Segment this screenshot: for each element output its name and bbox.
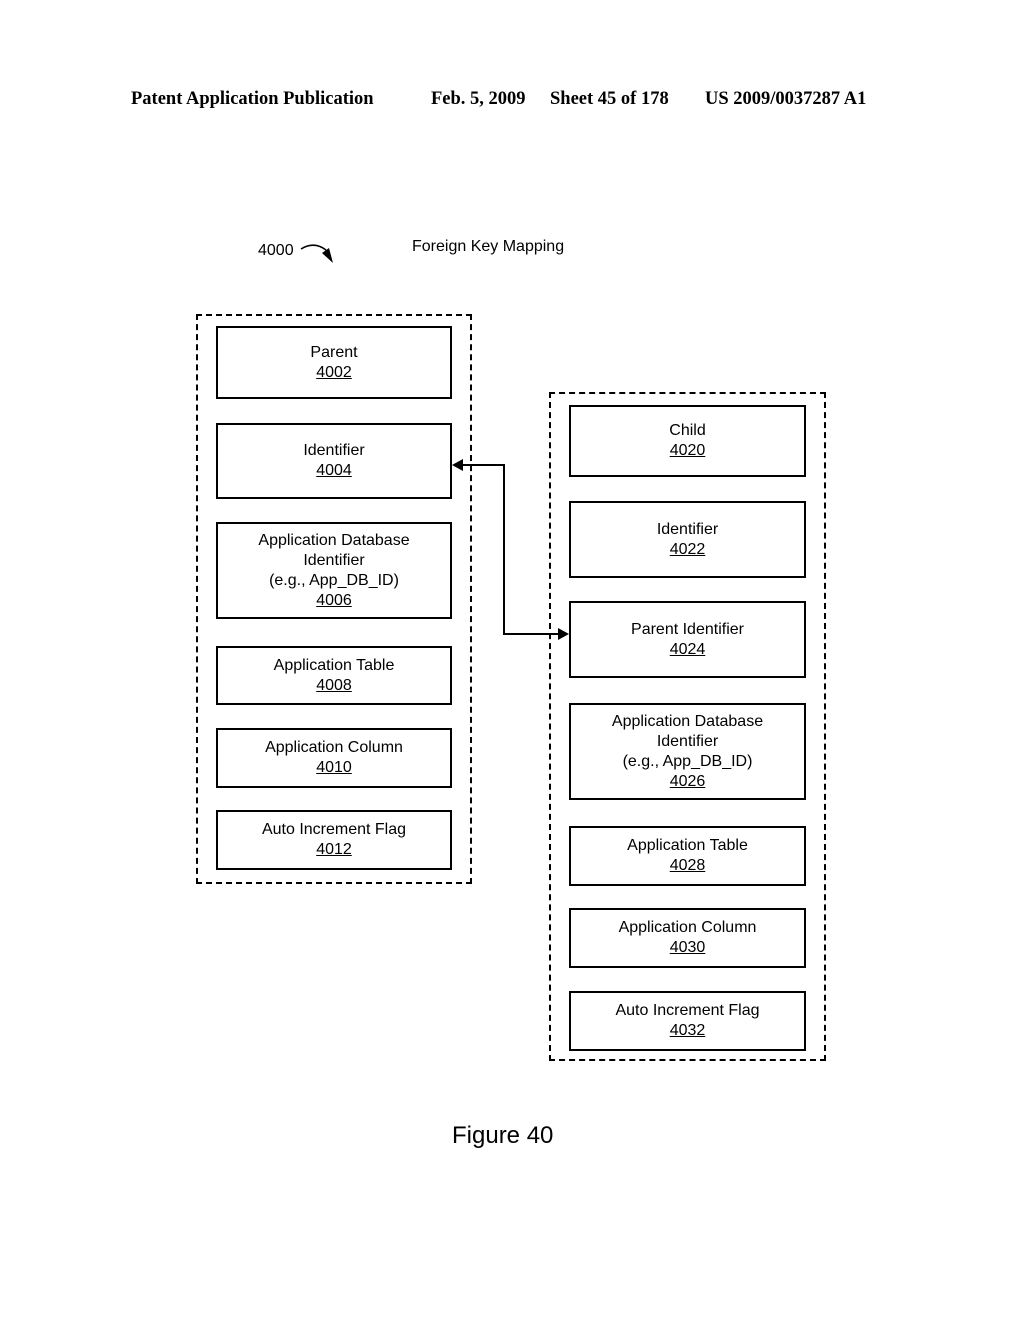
parent-box-4004: Identifier 4004 [216, 423, 452, 499]
box-label: Identifier [303, 551, 365, 569]
parent-box-4006: Application Database Identifier (e.g., App… [216, 522, 452, 619]
box-reference-number: 4024 [669, 640, 706, 658]
box-reference-number: 4010 [316, 759, 352, 776]
figure-label: Figure 40 [452, 1122, 554, 1149]
box-reference-number: 4002 [316, 363, 352, 381]
box-reference-number: 4026 [669, 772, 706, 790]
box-label: Application Database [611, 712, 764, 730]
child-box-4020: Child 4020 [569, 405, 806, 477]
publication-date: Feb. 5, 2009 [431, 89, 526, 109]
child-box-4022: Identifier 4022 [569, 501, 806, 578]
box-reference-number: 4012 [316, 841, 352, 858]
box-label: Auto Increment Flag [261, 821, 407, 838]
box-reference-number: 4004 [316, 462, 352, 479]
box-reference-number: 4030 [669, 939, 706, 956]
child-box-4028: Application Table 4028 [569, 826, 806, 886]
child-box-4026: Application Database Identifier (e.g., App… [569, 703, 806, 800]
parent-box-4010: Application Column 4010 [216, 728, 452, 788]
publication-label: Patent Application Publication [131, 89, 374, 109]
box-label: (e.g., App_DB_ID) [622, 752, 753, 770]
box-reference-number: 4022 [669, 540, 706, 558]
box-reference-number: 4006 [316, 591, 352, 609]
parent-box-4008: Application Table 4008 [216, 646, 452, 705]
patent-number: US 2009/0037287 A1 [705, 89, 867, 109]
parent-box-4002: Parent 4002 [216, 326, 452, 399]
box-reference-number: 4032 [669, 1022, 706, 1039]
box-label: Identifier [656, 732, 719, 750]
box-label: Parent [310, 343, 358, 361]
box-label: Identifier [656, 520, 719, 538]
reference-number: 4000 [258, 242, 294, 259]
child-box-4030: Application Column 4030 [569, 908, 806, 968]
box-label: Auto Increment Flag [615, 1002, 760, 1019]
box-label: Application Table [627, 837, 748, 854]
curved-arrow-icon [300, 244, 333, 263]
diagram-title: Foreign Key Mapping [412, 238, 565, 255]
box-label: Application Table [273, 656, 395, 674]
box-reference-number: 4008 [316, 676, 352, 694]
connector-line [462, 464, 559, 635]
child-box-4024: Parent Identifier 4024 [569, 601, 806, 678]
box-label: Child [669, 422, 706, 439]
box-label: (e.g., App_DB_ID) [269, 571, 399, 589]
box-reference-number: 4028 [669, 857, 706, 874]
box-reference-number: 4020 [669, 442, 706, 459]
patent-header: Patent Application Publication Feb. 5, 2… [131, 89, 891, 113]
box-label: Application Column [265, 739, 403, 756]
sheet-number: Sheet 45 of 178 [550, 89, 669, 109]
box-label: Identifier [303, 442, 365, 459]
box-label: Parent Identifier [631, 620, 744, 638]
box-label: Application Database [258, 531, 410, 549]
box-label: Application Column [618, 919, 757, 936]
parent-box-4012: Auto Increment Flag 4012 [216, 810, 452, 870]
child-box-4032: Auto Increment Flag 4032 [569, 991, 806, 1051]
